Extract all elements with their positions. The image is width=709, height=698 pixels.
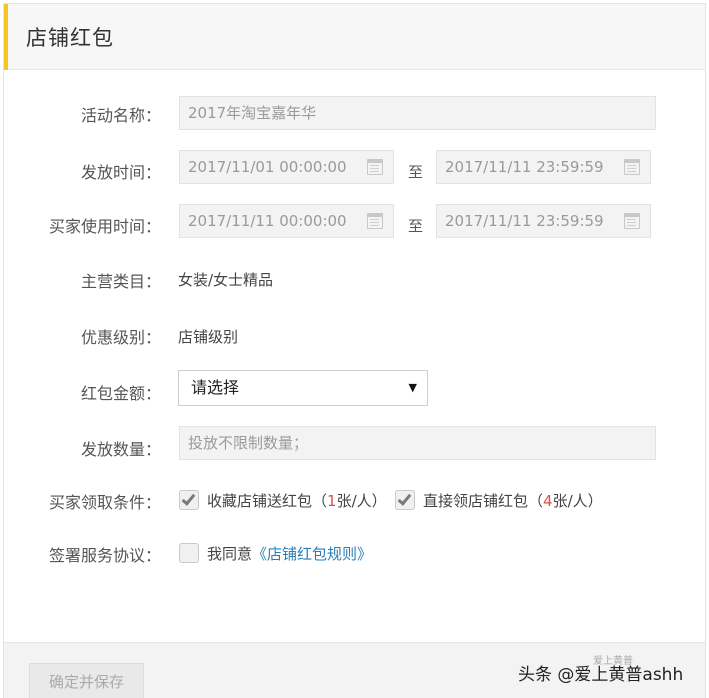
issue-end-date-input[interactable]: 2017/11/11 23:59:59 — [436, 150, 651, 184]
checkmark-icon — [397, 491, 412, 506]
amount-selected-value: 请选择 — [191, 378, 240, 397]
calendar-icon[interactable] — [367, 159, 383, 175]
use-time-separator: 至 — [408, 217, 424, 235]
direct-claim-unit: 张/人） — [552, 492, 603, 510]
use-end-date-value: 2017/11/11 23:59:59 — [445, 212, 604, 230]
dropdown-arrow-icon: ▼ — [408, 381, 417, 394]
agreement-text: 我同意《店铺红包规则》 — [207, 543, 372, 564]
direct-claim-count: 4 — [543, 492, 553, 510]
activity-name-label: 活动名称： — [80, 106, 161, 125]
direct-claim-option-text: 直接领店铺红包（ — [423, 492, 544, 510]
agreement-checkbox[interactable] — [179, 543, 199, 563]
discount-level-value: 店铺级别 — [178, 328, 239, 346]
calendar-icon[interactable] — [624, 159, 640, 175]
red-packet-panel: 店铺红包 活动名称： 2017年淘宝嘉年华 发放时间： 2017/11/01 0… — [3, 3, 706, 698]
checkmark-icon — [181, 491, 196, 506]
page-title: 店铺红包 — [26, 26, 114, 50]
panel-header: 店铺红包 — [4, 4, 705, 70]
confirm-save-button[interactable]: 确定并保存 — [29, 663, 144, 698]
agreement-consent-text: 我同意 — [207, 545, 253, 563]
issue-time-separator: 至 — [408, 163, 424, 181]
issue-start-date-value: 2017/11/01 00:00:00 — [188, 158, 347, 176]
use-start-date-value: 2017/11/11 00:00:00 — [188, 212, 347, 230]
main-category-label: 主营类目： — [80, 272, 161, 291]
activity-name-input[interactable]: 2017年淘宝嘉年华 — [179, 96, 656, 130]
use-time-label: 买家使用时间： — [48, 217, 161, 236]
use-end-date-input[interactable]: 2017/11/11 23:59:59 — [436, 204, 651, 238]
calendar-icon[interactable] — [367, 213, 383, 229]
collect-shop-unit: 张/人） — [336, 492, 387, 510]
direct-claim-checkbox[interactable] — [395, 490, 415, 510]
amount-select[interactable]: 请选择 ▼ — [178, 370, 428, 406]
watermark-text: 头条 @爱上黄普ashh — [518, 665, 684, 685]
agreement-label: 签署服务协议： — [48, 546, 161, 565]
agreement-rules-link[interactable]: 《店铺红包规则》 — [252, 545, 372, 563]
main-category-value: 女装/女士精品 — [178, 271, 274, 289]
quantity-input[interactable]: 投放不限制数量； — [179, 426, 656, 460]
amount-label: 红包金额： — [80, 384, 161, 403]
collect-shop-option-label[interactable]: 收藏店铺送红包（1张/人） — [207, 490, 387, 511]
conditions-label: 买家领取条件： — [48, 493, 161, 512]
direct-claim-option-label[interactable]: 直接领店铺红包（4张/人） — [423, 490, 603, 511]
quantity-label: 发放数量： — [80, 440, 161, 459]
issue-time-label: 发放时间： — [80, 163, 161, 182]
collect-shop-checkbox[interactable] — [179, 490, 199, 510]
issue-start-date-input[interactable]: 2017/11/01 00:00:00 — [179, 150, 394, 184]
collect-shop-count: 1 — [327, 492, 337, 510]
use-start-date-input[interactable]: 2017/11/11 00:00:00 — [179, 204, 394, 238]
header-accent-bar — [4, 4, 8, 70]
discount-level-label: 优惠级别： — [80, 328, 161, 347]
issue-end-date-value: 2017/11/11 23:59:59 — [445, 158, 604, 176]
calendar-icon[interactable] — [624, 213, 640, 229]
collect-shop-option-text: 收藏店铺送红包（ — [207, 492, 328, 510]
